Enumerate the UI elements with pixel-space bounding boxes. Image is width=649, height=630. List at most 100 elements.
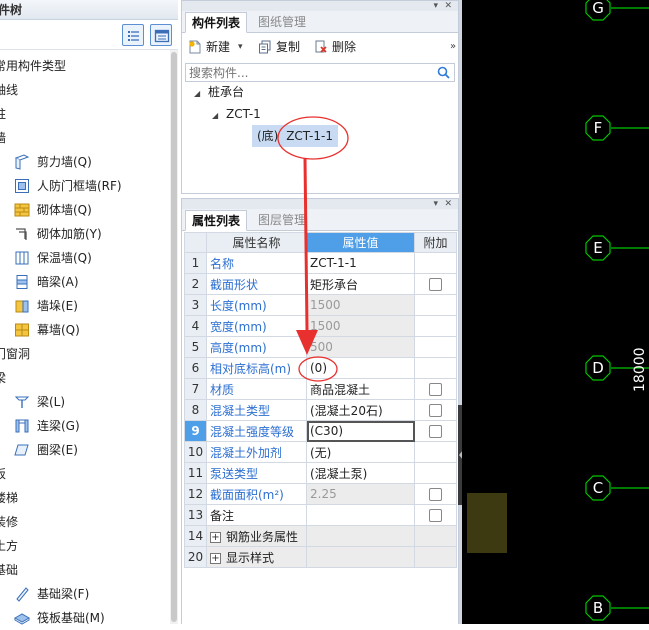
tree-category[interactable]: 墙	[0, 126, 170, 150]
tree-category[interactable]: 楼梯	[0, 486, 170, 510]
property-extra-cell[interactable]	[414, 399, 457, 421]
property-row[interactable]: 14 + 钢筋业务属性	[184, 525, 457, 547]
extra-checkbox[interactable]	[429, 383, 442, 396]
property-value-cell[interactable]	[306, 525, 415, 547]
property-row[interactable]: 9 混凝土强度等级 (C30)	[184, 420, 457, 442]
property-value-cell[interactable]: (0)	[306, 357, 415, 379]
property-value-cell[interactable]: (C30)	[306, 420, 415, 442]
search-icon[interactable]	[437, 66, 450, 79]
property-value-cell[interactable]: ZCT-1-1	[306, 252, 415, 274]
delete-button[interactable]: 删除	[314, 38, 362, 56]
tree-category[interactable]: 柱	[0, 102, 170, 126]
tree-category[interactable]: 梁	[0, 366, 170, 390]
close-icon[interactable]: ✕	[444, 1, 452, 11]
property-row[interactable]: 10 混凝土外加剂 (无)	[184, 441, 457, 463]
tree-item[interactable]: 人防门框墙(RF)	[0, 174, 170, 198]
property-row[interactable]: 1 名称 ZCT-1-1	[184, 252, 457, 274]
tree-category[interactable]: 装修	[0, 510, 170, 534]
property-row[interactable]: 8 混凝土类型 (混凝土20石)	[184, 399, 457, 421]
property-extra-cell[interactable]	[414, 483, 457, 505]
component-search-input[interactable]	[186, 64, 426, 81]
tree-item[interactable]: 暗梁(A)	[0, 270, 170, 294]
property-row[interactable]: 7 材质 商品混凝土	[184, 378, 457, 400]
pile-cap-shape[interactable]	[467, 493, 507, 553]
property-row[interactable]: 20 + 显示样式	[184, 546, 457, 568]
property-row[interactable]: 6 相对底标高(m) (0)	[184, 357, 457, 379]
copy-button[interactable]: 复制	[258, 38, 306, 56]
property-row[interactable]: 11 泵送类型 (混凝土泵)	[184, 462, 457, 484]
collapse-arrow-icon[interactable]: ◢	[212, 111, 218, 120]
tree-scrollbar[interactable]	[170, 50, 178, 624]
window-icon	[154, 29, 170, 43]
tree-category[interactable]: 基础	[0, 558, 170, 582]
property-value-cell[interactable]	[306, 546, 415, 568]
property-extra-cell[interactable]	[414, 273, 457, 295]
tree-category[interactable]: 板	[0, 462, 170, 486]
tab-layer-management[interactable]: 图层管理	[252, 210, 312, 231]
property-value-cell[interactable]	[306, 504, 415, 526]
tree-item-label: 人防门框墙(RF)	[37, 179, 122, 193]
extra-checkbox[interactable]	[429, 278, 442, 291]
tree-item[interactable]: 保温墙(Q)	[0, 246, 170, 270]
tab-property-list[interactable]: 属性列表	[185, 210, 248, 231]
pin-icon[interactable]: ▾	[433, 1, 438, 11]
property-row[interactable]: 12 截面面积(m²) 2.25	[184, 483, 457, 505]
close-icon[interactable]: ✕	[444, 199, 452, 209]
property-row[interactable]: 4 宽度(mm) 1500	[184, 315, 457, 337]
tab-drawing-management[interactable]: 图纸管理	[252, 12, 312, 33]
tree-item[interactable]: 墙垛(E)	[0, 294, 170, 318]
property-value-cell[interactable]: 500	[306, 336, 415, 358]
expand-icon[interactable]: +	[210, 531, 221, 543]
tree-item[interactable]: 连梁(G)	[0, 414, 170, 438]
property-value-cell[interactable]: 商品混凝土	[306, 378, 415, 400]
tree-node-zct1[interactable]: ◢ ZCT-1	[212, 103, 261, 125]
property-row[interactable]: 2 截面形状 矩形承台	[184, 273, 457, 295]
tree-item[interactable]: 砌体墙(Q)	[0, 198, 170, 222]
property-value-cell[interactable]: 1500	[306, 294, 415, 316]
detail-view-button[interactable]	[150, 24, 172, 46]
extra-checkbox[interactable]	[429, 509, 442, 522]
component-search	[185, 63, 455, 82]
tree-category[interactable]: 常用构件类型	[0, 54, 170, 78]
tree-item[interactable]: 幕墙(Q)	[0, 318, 170, 342]
tree-item[interactable]: 砌体加筋(Y)	[0, 222, 170, 246]
property-extra-cell	[414, 315, 457, 337]
pin-icon[interactable]: ▾	[433, 199, 438, 209]
property-name-cell: 泵送类型	[206, 462, 307, 484]
extra-checkbox[interactable]	[429, 425, 442, 438]
tree-category[interactable]: 门窗洞	[0, 342, 170, 366]
tree-item[interactable]: 基础梁(F)	[0, 582, 170, 606]
chevron-down-icon[interactable]: ▾	[238, 38, 243, 56]
property-name: 泵送类型	[210, 466, 259, 481]
list-view-button[interactable]	[122, 24, 144, 46]
tree-item[interactable]: 筏板基础(M)	[0, 606, 170, 630]
tree-item[interactable]: 剪力墙(Q)	[0, 150, 170, 174]
property-extra-cell[interactable]	[414, 504, 457, 526]
tree-category[interactable]: 轴线	[0, 78, 170, 102]
tree-node-zct1-1[interactable]: (底) ZCT-1-1	[252, 125, 338, 147]
property-value-cell[interactable]: 2.25	[306, 483, 415, 505]
property-value-cell[interactable]: (无)	[306, 441, 415, 463]
property-value-cell[interactable]: 1500	[306, 315, 415, 337]
tab-component-list[interactable]: 构件列表	[185, 12, 248, 33]
tree-item[interactable]: 梁(L)	[0, 390, 170, 414]
expand-icon[interactable]: +	[210, 552, 221, 564]
property-name-cell: 材质	[206, 378, 307, 400]
tree-node-root[interactable]: ◢ 桩承台	[194, 81, 244, 103]
extra-checkbox[interactable]	[429, 488, 442, 501]
property-row[interactable]: 3 长度(mm) 1500	[184, 294, 457, 316]
collapse-arrow-icon[interactable]: ◢	[194, 89, 200, 98]
property-extra-cell[interactable]	[414, 378, 457, 400]
property-value-cell[interactable]: (混凝土20石)	[306, 399, 415, 421]
tree-item[interactable]: 圈梁(E)	[0, 438, 170, 462]
property-value-cell[interactable]: (混凝土泵)	[306, 462, 415, 484]
new-button[interactable]: 新建 ▾	[188, 38, 248, 56]
extra-checkbox[interactable]	[429, 404, 442, 417]
property-name: 混凝土外加剂	[210, 445, 283, 460]
property-row[interactable]: 5 高度(mm) 500	[184, 336, 457, 358]
property-value-cell[interactable]: 矩形承台	[306, 273, 415, 295]
property-extra-cell[interactable]	[414, 420, 457, 442]
property-row[interactable]: 13 备注	[184, 504, 457, 526]
drawing-canvas[interactable]: G F E D C B 18000	[462, 0, 649, 624]
tree-category[interactable]: 土方	[0, 534, 170, 558]
